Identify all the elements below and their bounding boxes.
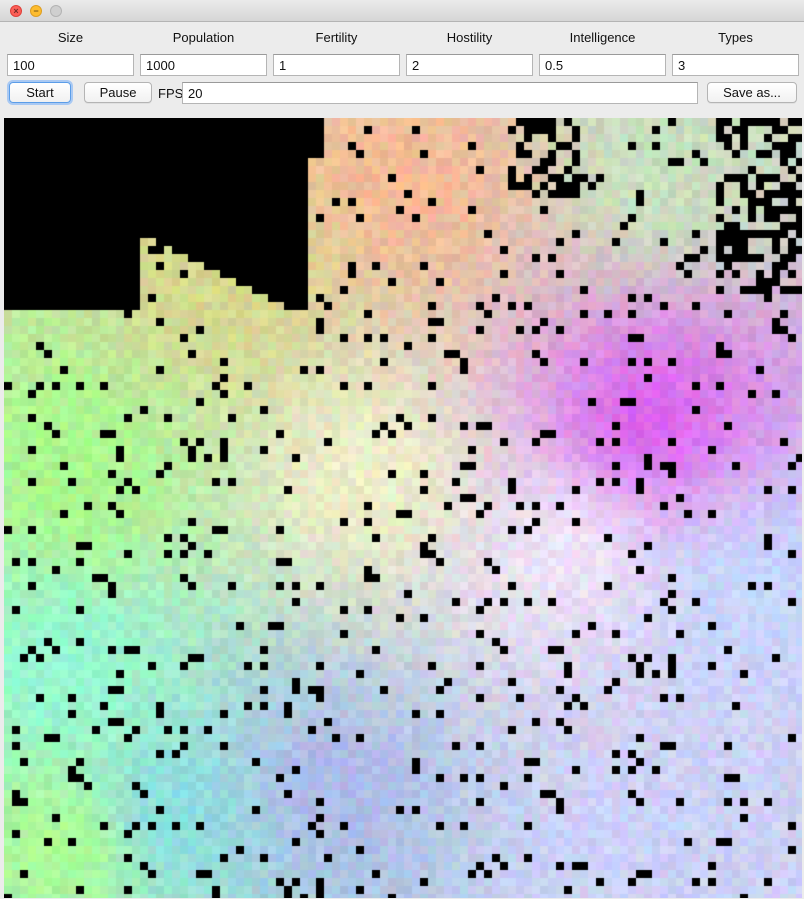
types-field[interactable]: 3 [672,54,799,76]
window-edge-left [0,118,4,899]
save-as-button[interactable]: Save as... [707,82,797,103]
simulation-grid [4,118,802,898]
hostility-label: Hostility [446,30,493,45]
types-label: Types [718,30,753,45]
population-field[interactable]: 1000 [140,54,267,76]
fertility-label: Fertility [315,30,358,45]
intelligence-field[interactable]: 0.5 [539,54,666,76]
window-titlebar: × − [0,0,804,22]
fertility-field[interactable]: 1 [273,54,400,76]
fps-field[interactable]: 20 [182,82,698,104]
control-panel: Size Population Fertility Hostility Inte… [0,22,804,118]
zoom-window-button[interactable] [50,5,62,17]
close-icon: × [13,6,19,16]
minimize-icon: − [33,6,39,16]
size-label: Size [57,30,84,45]
size-field[interactable]: 100 [7,54,134,76]
population-label: Population [172,30,235,45]
intelligence-label: Intelligence [569,30,636,45]
pause-button[interactable]: Pause [84,82,152,103]
minimize-window-button[interactable]: − [30,5,42,17]
start-button[interactable]: Start [9,82,71,103]
fps-label: FPS [158,86,184,101]
hostility-field[interactable]: 2 [406,54,533,76]
simulation-canvas[interactable] [4,118,802,898]
close-window-button[interactable]: × [10,5,22,17]
